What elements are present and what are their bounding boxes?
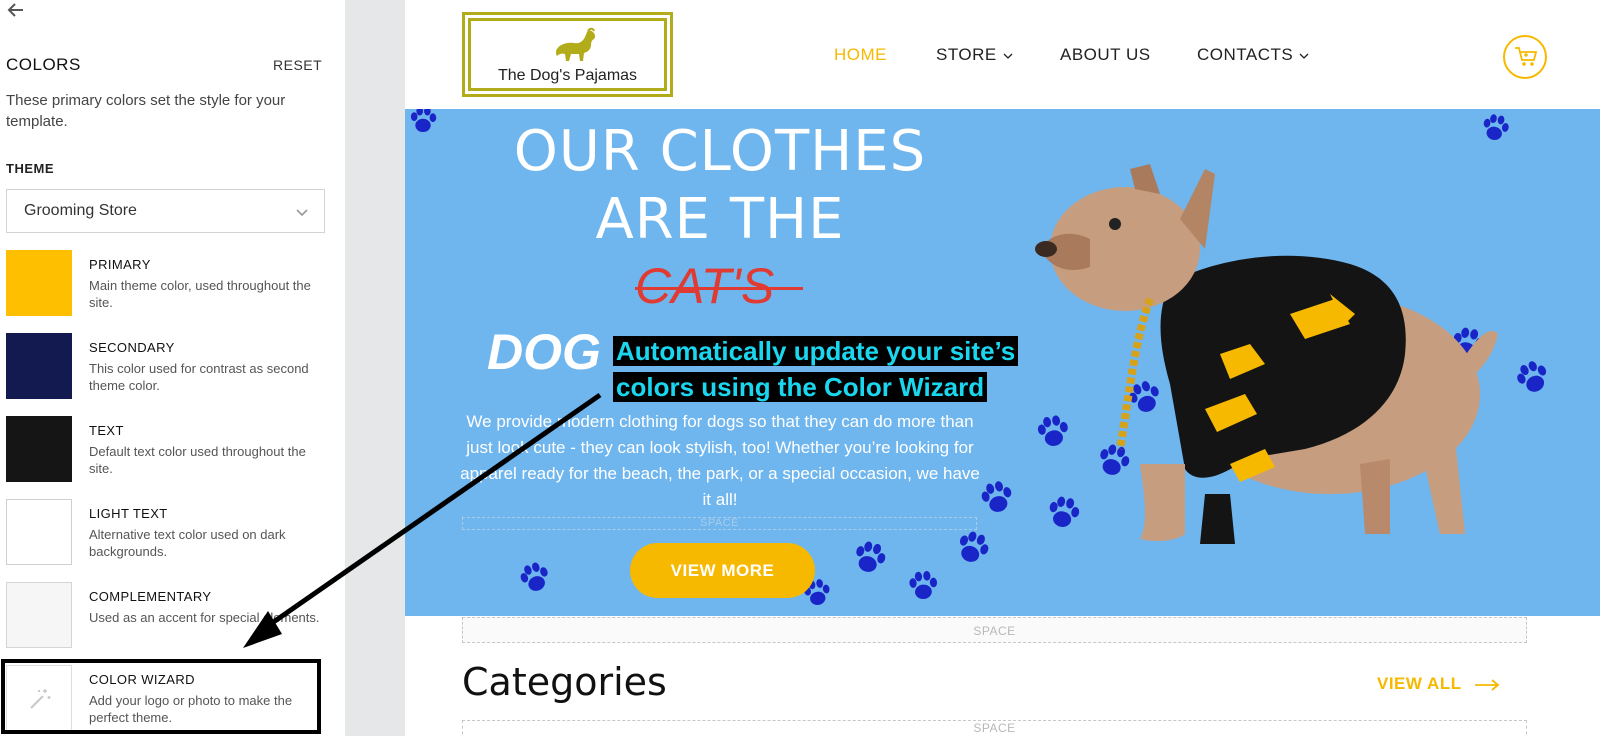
space-block: SPACE bbox=[462, 617, 1527, 643]
site-logo[interactable]: The Dog's Pajamas bbox=[462, 12, 673, 97]
light-text-swatch[interactable] bbox=[6, 499, 72, 565]
colors-panel: COLORS RESET These primary colors set th… bbox=[0, 0, 345, 736]
swatch-desc: This color used for contrast as second t… bbox=[89, 361, 309, 393]
chevron-down-icon bbox=[1299, 53, 1309, 59]
nav-contacts[interactable]: CONTACTS bbox=[1197, 45, 1309, 65]
panel-divider bbox=[345, 0, 405, 736]
color-complementary-row[interactable]: COMPLEMENTARY Used as an accent for spec… bbox=[6, 582, 326, 648]
cart-icon bbox=[1515, 47, 1538, 66]
color-light-text-row[interactable]: LIGHT TEXT Alternative text color used o… bbox=[6, 499, 326, 565]
swatch-name: COMPLEMENTARY bbox=[89, 589, 212, 604]
nav-about-us[interactable]: ABOUT US bbox=[1060, 45, 1151, 65]
view-more-button[interactable]: VIEW MORE bbox=[630, 543, 815, 598]
space-block: SPACE bbox=[462, 720, 1527, 736]
dog-logo-icon bbox=[556, 27, 596, 61]
swatch-name: SECONDARY bbox=[89, 340, 175, 355]
dog-in-hoodie-image bbox=[1035, 164, 1498, 544]
swatch-name: LIGHT TEXT bbox=[89, 506, 168, 521]
color-wizard-highlight-box bbox=[1, 659, 321, 734]
hero-body-text: We provide modern clothing for dogs so t… bbox=[460, 412, 980, 509]
view-all-label: VIEW ALL bbox=[1377, 674, 1462, 693]
panel-description: These primary colors set the style for y… bbox=[6, 92, 286, 130]
swatch-name: PRIMARY bbox=[89, 257, 151, 272]
color-secondary-row[interactable]: SECONDARY This color used for contrast a… bbox=[6, 333, 326, 399]
panel-title: COLORS bbox=[6, 55, 81, 74]
primary-swatch[interactable] bbox=[6, 250, 72, 316]
callout-line2: colors using the Color Wizard bbox=[613, 372, 988, 402]
color-text-row[interactable]: TEXT Default text color used throughout … bbox=[6, 416, 326, 482]
theme-dropdown-value: Grooming Store bbox=[24, 202, 137, 219]
cart-button[interactable] bbox=[1503, 35, 1547, 79]
hero-heading-line1: OUR CLOTHES bbox=[513, 119, 927, 184]
nav-contacts-label: CONTACTS bbox=[1197, 45, 1294, 64]
swatch-name: TEXT bbox=[89, 423, 124, 438]
swatch-desc: Alternative text color used on dark back… bbox=[89, 527, 286, 559]
color-primary-row[interactable]: PRIMARY Main theme color, used throughou… bbox=[6, 250, 326, 316]
chevron-down-icon bbox=[1003, 53, 1013, 59]
hero-dog-word: DOG bbox=[487, 324, 601, 380]
reset-button[interactable]: RESET bbox=[273, 57, 322, 73]
callout-annotation: Automatically update your site’s colors … bbox=[613, 333, 1019, 405]
back-arrow-icon[interactable] bbox=[6, 0, 30, 22]
hero-struck-word: CAT'S bbox=[635, 258, 775, 314]
swatch-desc: Main theme color, used throughout the si… bbox=[89, 278, 311, 310]
hero-space-block: SPACE bbox=[462, 517, 977, 530]
swatch-desc: Used as an accent for special elements. bbox=[89, 610, 320, 625]
nav-store[interactable]: STORE bbox=[936, 45, 1013, 65]
logo-text: The Dog's Pajamas bbox=[497, 67, 638, 84]
hero-heading-line2: ARE THE bbox=[595, 187, 845, 252]
categories-heading: Categories bbox=[462, 660, 667, 704]
nav-home[interactable]: HOME bbox=[834, 45, 887, 65]
theme-dropdown[interactable]: Grooming Store bbox=[6, 189, 325, 233]
view-all-link[interactable]: VIEW ALL bbox=[1377, 674, 1500, 694]
strikethrough-line bbox=[635, 287, 803, 290]
chevron-down-icon bbox=[296, 209, 308, 217]
theme-label: THEME bbox=[6, 161, 54, 176]
text-swatch[interactable] bbox=[6, 416, 72, 482]
complementary-swatch[interactable] bbox=[6, 582, 72, 648]
arrow-right-icon bbox=[1474, 678, 1499, 691]
callout-line1: Automatically update your site’s bbox=[613, 336, 1019, 366]
nav-store-label: STORE bbox=[936, 45, 997, 64]
swatch-desc: Default text color used throughout the s… bbox=[89, 444, 306, 476]
secondary-swatch[interactable] bbox=[6, 333, 72, 399]
